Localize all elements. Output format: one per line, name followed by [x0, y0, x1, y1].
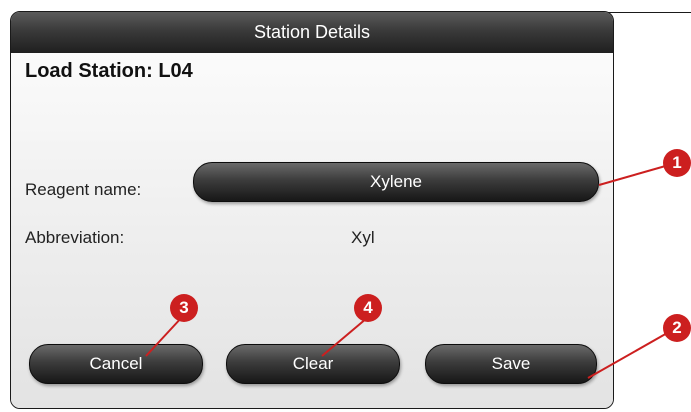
reagent-name-button[interactable]: Xylene	[193, 162, 599, 202]
clear-button[interactable]: Clear	[226, 344, 400, 384]
save-button[interactable]: Save	[425, 344, 597, 384]
header-rule	[608, 12, 691, 13]
station-title: Load Station: L04	[25, 60, 193, 82]
station-details-dialog: Station Details Load Station: L04 Reagen…	[10, 11, 614, 409]
reagent-name-label: Reagent name:	[25, 180, 142, 199]
callout-1: 1	[663, 149, 691, 177]
dialog-titlebar: Station Details	[11, 12, 613, 53]
dialog-title: Station Details	[253, 22, 371, 42]
callout-3: 3	[170, 294, 198, 322]
abbreviation-label: Abbreviation:	[25, 228, 125, 247]
callout-2: 2	[663, 314, 691, 342]
abbreviation-value: Xyl	[351, 228, 375, 247]
cancel-button[interactable]: Cancel	[29, 344, 203, 384]
callout-4: 4	[354, 294, 382, 322]
